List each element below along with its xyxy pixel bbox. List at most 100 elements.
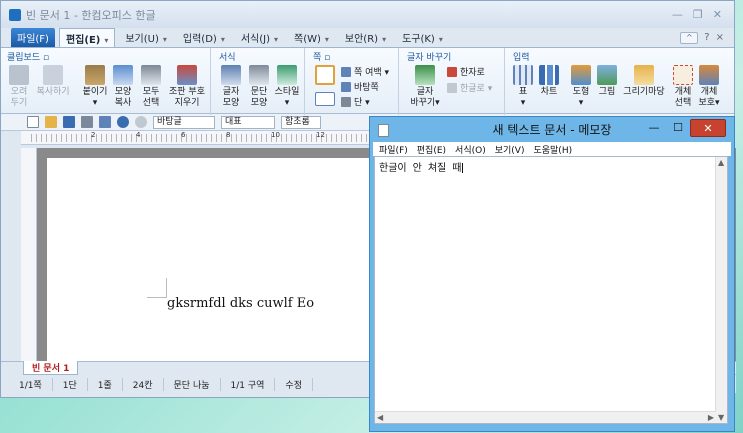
notepad-content[interactable]: 한글이 안 쳐질 때 bbox=[379, 159, 464, 174]
cut-button[interactable]: 오려 두기 bbox=[5, 65, 33, 109]
notepad-vertical-scrollbar[interactable]: ▲ ▼ bbox=[715, 157, 727, 423]
master-page-button[interactable]: 바탕쪽 bbox=[341, 80, 379, 93]
notepad-menu-view[interactable]: 보기(V) bbox=[495, 143, 525, 156]
ribbon-collapse-button[interactable]: ^ bbox=[680, 31, 699, 44]
table-button[interactable]: 표 ▾ bbox=[509, 65, 537, 109]
side-panel-strip[interactable] bbox=[1, 148, 21, 361]
help-icon[interactable]: ? bbox=[704, 32, 709, 43]
notepad-icon bbox=[378, 124, 389, 137]
doc-close-icon[interactable]: × bbox=[716, 32, 724, 43]
scroll-left-icon[interactable]: ◀ bbox=[377, 413, 383, 422]
new-document-icon[interactable] bbox=[27, 116, 39, 128]
ruler-number: 10 bbox=[271, 131, 280, 139]
object-protect-label-2: 보호▾ bbox=[698, 98, 720, 108]
menu-tools-label: 도구(K) bbox=[402, 34, 435, 45]
notepad-horizontal-scrollbar[interactable]: ◀ ▶ bbox=[375, 411, 716, 423]
picture-icon bbox=[597, 65, 617, 85]
notepad-content-text: 한글이 안 쳐질 때 bbox=[379, 163, 462, 174]
paste-dropdown-icon: ▾ bbox=[92, 98, 98, 108]
remove-codes-button[interactable]: 조판 부호 지우기 bbox=[165, 65, 209, 109]
chart-button[interactable]: 차트 bbox=[535, 65, 563, 98]
columns-button[interactable]: 단 ▾ bbox=[341, 95, 370, 108]
to-hangul-button[interactable]: 한글로 ▾ bbox=[447, 81, 492, 94]
chevron-down-icon: ▾ bbox=[324, 35, 329, 44]
to-hanja-label: 한자로 bbox=[460, 68, 485, 78]
style-combo[interactable]: 바탕글 bbox=[153, 115, 215, 129]
page-small-button[interactable] bbox=[311, 92, 339, 108]
notepad-close-icon[interactable]: ✕ bbox=[690, 119, 726, 137]
page-layout-button[interactable] bbox=[311, 65, 339, 87]
brush-icon bbox=[113, 65, 133, 85]
scroll-right-icon[interactable]: ▶ bbox=[708, 413, 714, 422]
font-type-combo[interactable]: 대표 bbox=[221, 115, 275, 129]
hanja-icon bbox=[447, 66, 457, 77]
notepad-menu-help[interactable]: 도움말(H) bbox=[533, 143, 572, 156]
document-text[interactable]: gksrmfdl dks cuwlf Eo bbox=[167, 296, 314, 311]
save-icon[interactable] bbox=[63, 116, 75, 128]
menu-edit[interactable]: 편집(E) ▾ bbox=[58, 27, 116, 48]
menu-view[interactable]: 보기(U) ▾ bbox=[119, 28, 173, 47]
menu-format[interactable]: 서식(J) ▾ bbox=[235, 28, 284, 47]
print-icon[interactable] bbox=[81, 116, 93, 128]
ribbon-group-format: 서식 글자 모양 문단 모양 스타일 ▾ bbox=[213, 48, 305, 115]
object-select-button[interactable]: 개체 선택 bbox=[669, 65, 697, 109]
undo-icon[interactable] bbox=[117, 116, 129, 128]
font-combo[interactable]: 함초롬 bbox=[281, 115, 321, 129]
preview-icon[interactable] bbox=[99, 116, 111, 128]
document-page[interactable]: gksrmfdl dks cuwlf Eo bbox=[47, 158, 377, 361]
gallery-button[interactable]: 그리기마당 bbox=[619, 65, 669, 98]
menu-insert[interactable]: 입력(D) ▾ bbox=[177, 28, 231, 47]
menu-view-label: 보기(U) bbox=[125, 34, 159, 45]
select-all-button[interactable]: 모두 선택 bbox=[137, 65, 165, 109]
scroll-up-icon[interactable]: ▲ bbox=[718, 158, 724, 167]
para-shape-button[interactable]: 문단 모양 bbox=[245, 65, 273, 109]
ribbon-group-insert: 입력 표 ▾ 차트 도형 ▾ 그림 그리기마당 개체 선택 개체 보호▾ bbox=[507, 48, 729, 115]
notepad-menu-format[interactable]: 서식(O) bbox=[455, 143, 486, 156]
status-column: 1단 bbox=[53, 377, 88, 391]
object-protect-button[interactable]: 개체 보호▾ bbox=[695, 65, 723, 109]
char-change-icon bbox=[415, 65, 435, 85]
paste-label: 붙이기 bbox=[82, 87, 108, 97]
hwp-app-icon bbox=[9, 8, 21, 21]
copy-button[interactable]: 복사하기 bbox=[33, 65, 73, 98]
chevron-down-icon: ▾ bbox=[162, 35, 167, 44]
char-change-button[interactable]: 글자 바꾸기▾ bbox=[405, 65, 445, 109]
notepad-minimize-icon[interactable]: — bbox=[642, 119, 666, 137]
scroll-down-icon[interactable]: ▼ bbox=[718, 413, 724, 422]
redo-icon[interactable] bbox=[135, 116, 147, 128]
shape-dropdown-icon: ▾ bbox=[578, 98, 584, 108]
notepad-menu-file[interactable]: 파일(F) bbox=[379, 143, 408, 156]
char-shape-button[interactable]: 글자 모양 bbox=[217, 65, 245, 109]
copy-shape-label-2: 복사 bbox=[114, 98, 132, 108]
status-section: 1/1 구역 bbox=[221, 377, 276, 391]
notepad-text-area[interactable]: 한글이 안 쳐질 때 ▲ ▼ ◀ ▶ bbox=[374, 156, 728, 424]
close-icon[interactable]: ✕ bbox=[713, 8, 722, 21]
select-all-label-1: 모두 bbox=[142, 87, 160, 97]
paste-button[interactable]: 붙이기 ▾ bbox=[81, 65, 109, 109]
vertical-ruler bbox=[21, 148, 37, 361]
maximize-icon[interactable]: ❐ bbox=[693, 8, 703, 21]
notepad-menu-edit[interactable]: 편집(E) bbox=[417, 143, 446, 156]
page-margin-button[interactable]: 쪽 여백 ▾ bbox=[341, 65, 389, 78]
status-line: 1줄 bbox=[88, 377, 123, 391]
minimize-icon[interactable]: — bbox=[672, 8, 683, 21]
notepad-titlebar[interactable]: 새 텍스트 문서 - 메모장 — ☐ ✕ bbox=[370, 117, 734, 142]
picture-button[interactable]: 그림 bbox=[593, 65, 621, 98]
copy-shape-button[interactable]: 모양 복사 bbox=[109, 65, 137, 109]
shape-button[interactable]: 도형 ▾ bbox=[567, 65, 595, 109]
menu-page-label: 쪽(W) bbox=[294, 34, 321, 45]
to-hanja-button[interactable]: 한자로 bbox=[447, 65, 485, 78]
select-all-label-2: 선택 bbox=[142, 98, 160, 108]
ribbon-group-clipboard: 클립보드 ▫ 오려 두기 복사하기 붙이기 ▾ 모양 복사 모두 선택 조판 부… bbox=[1, 48, 211, 115]
style-button[interactable]: 스타일 ▾ bbox=[273, 65, 301, 109]
document-tab[interactable]: 빈 문서 1 bbox=[23, 361, 79, 375]
notepad-maximize-icon[interactable]: ☐ bbox=[666, 119, 690, 137]
menu-tools[interactable]: 도구(K) ▾ bbox=[396, 28, 449, 47]
notepad-menubar: 파일(F) 편집(E) 서식(O) 보기(V) 도움말(H) bbox=[373, 142, 731, 156]
open-folder-icon[interactable] bbox=[45, 116, 57, 128]
menu-file[interactable]: 파일(F) bbox=[11, 28, 55, 47]
page-margin-label: 쪽 여백 ▾ bbox=[354, 68, 390, 78]
menu-security[interactable]: 보안(R) ▾ bbox=[339, 28, 392, 47]
group-title-format: 서식 bbox=[219, 53, 236, 63]
menu-page[interactable]: 쪽(W) ▾ bbox=[288, 28, 335, 47]
